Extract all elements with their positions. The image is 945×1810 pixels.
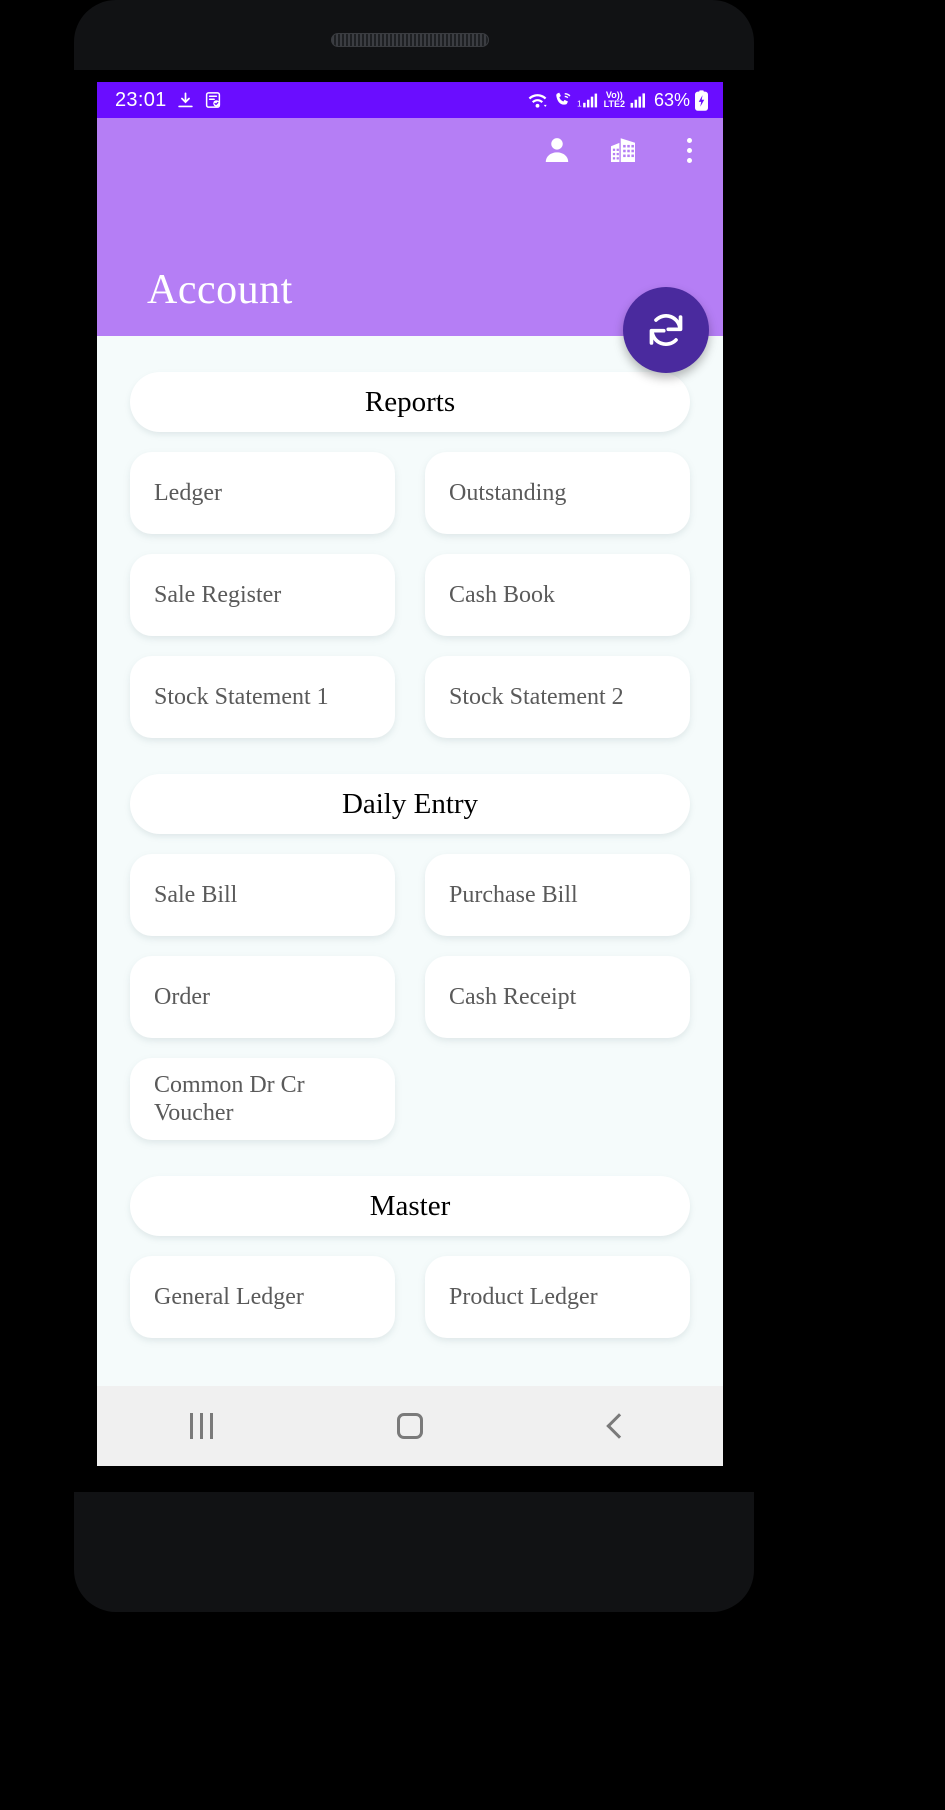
phone-bottom-bezel bbox=[74, 1492, 754, 1612]
status-bar-left: 23:01 bbox=[115, 89, 222, 112]
tile-label: General Ledger bbox=[154, 1283, 304, 1310]
section-header-reports[interactable]: Reports bbox=[130, 372, 690, 432]
person-icon[interactable] bbox=[537, 128, 577, 172]
status-bar: 23:01 1 Vo)) LTE2 63% bbox=[97, 82, 723, 118]
home-icon bbox=[396, 1413, 423, 1439]
tile-sale-register[interactable]: Sale Register bbox=[130, 554, 395, 636]
tile-purchase-bill[interactable]: Purchase Bill bbox=[425, 854, 690, 936]
android-navigation-bar bbox=[97, 1386, 723, 1466]
tile-sale-bill[interactable]: Sale Bill bbox=[130, 854, 395, 936]
main-content: Reports Ledger Outstanding Sale Register… bbox=[97, 336, 723, 1466]
tile-ledger[interactable]: Ledger bbox=[130, 452, 395, 534]
tile-label: Cash Receipt bbox=[449, 983, 577, 1010]
tile-label: Purchase Bill bbox=[449, 881, 578, 908]
battery-percentage-label: 63% bbox=[653, 89, 690, 110]
tile-label: Common Dr Cr Voucher bbox=[154, 1071, 305, 1126]
building-icon[interactable] bbox=[603, 128, 643, 172]
tile-product-ledger[interactable]: Product Ledger bbox=[425, 1256, 690, 1338]
tile-label: Outstanding bbox=[449, 479, 567, 506]
volte-lte2-icon: Vo)) LTE2 bbox=[604, 91, 625, 109]
sync-fab-button[interactable] bbox=[623, 287, 709, 373]
tile-label: Cash Book bbox=[449, 581, 556, 608]
tile-label: Stock Statement 2 bbox=[449, 683, 624, 710]
svg-text:1: 1 bbox=[577, 98, 582, 108]
app-bar: Account bbox=[97, 118, 723, 336]
status-bar-clock: 23:01 bbox=[115, 88, 167, 111]
section-title: Master bbox=[369, 1189, 451, 1222]
battery-charging-icon bbox=[694, 89, 709, 111]
back-chevron-icon bbox=[605, 1413, 632, 1439]
tile-cash-receipt[interactable]: Cash Receipt bbox=[425, 956, 690, 1038]
call-over-wifi-icon bbox=[552, 91, 573, 110]
tile-label: Stock Statement 1 bbox=[154, 683, 329, 710]
tile-label: Ledger bbox=[154, 479, 222, 506]
lte2-label: LTE2 bbox=[603, 99, 625, 109]
section-grid-daily-entry: Sale Bill Purchase Bill Order Cash Recei… bbox=[130, 854, 690, 1140]
tile-label: Order bbox=[154, 983, 210, 1010]
app-bar-actions bbox=[537, 128, 709, 172]
section-grid-master: General Ledger Product Ledger bbox=[130, 1256, 690, 1338]
download-complete-icon bbox=[176, 91, 195, 110]
earpiece-speaker bbox=[331, 33, 489, 47]
signal-bars-sim2-icon bbox=[629, 91, 648, 110]
tile-label: Product Ledger bbox=[449, 1283, 598, 1310]
wifi-icon bbox=[527, 91, 548, 110]
tile-label: Sale Register bbox=[154, 581, 282, 608]
recents-button[interactable] bbox=[146, 1386, 256, 1466]
section-grid-reports: Ledger Outstanding Sale Register Cash Bo… bbox=[130, 452, 690, 738]
tile-general-ledger[interactable]: General Ledger bbox=[130, 1256, 395, 1338]
phone-screen: 23:01 1 Vo)) LTE2 63% Account Reports Le… bbox=[97, 82, 723, 1466]
section-header-daily-entry[interactable]: Daily Entry bbox=[130, 774, 690, 834]
section-title: Daily Entry bbox=[341, 787, 479, 820]
note-check-icon bbox=[204, 91, 222, 109]
back-button[interactable] bbox=[564, 1386, 674, 1466]
home-button[interactable] bbox=[355, 1386, 465, 1466]
section-header-master[interactable]: Master bbox=[130, 1176, 690, 1236]
tile-order[interactable]: Order bbox=[130, 956, 395, 1038]
tile-stock-statement-2[interactable]: Stock Statement 2 bbox=[425, 656, 690, 738]
tile-outstanding[interactable]: Outstanding bbox=[425, 452, 690, 534]
section-title: Reports bbox=[364, 385, 456, 418]
page-title: Account bbox=[147, 267, 293, 313]
signal-bars-sim1-icon: 1 bbox=[577, 91, 600, 110]
tile-stock-statement-1[interactable]: Stock Statement 1 bbox=[130, 656, 395, 738]
phone-device-frame: 23:01 1 Vo)) LTE2 63% Account Reports Le… bbox=[0, 0, 945, 1810]
tile-cash-book[interactable]: Cash Book bbox=[425, 554, 690, 636]
refresh-sync-icon bbox=[649, 314, 683, 346]
status-bar-right: 1 Vo)) LTE2 63% bbox=[527, 90, 709, 111]
tile-label: Sale Bill bbox=[154, 881, 238, 908]
overflow-menu-icon[interactable] bbox=[669, 128, 709, 172]
recents-icon bbox=[189, 1413, 213, 1439]
tile-common-dr-cr-voucher[interactable]: Common Dr Cr Voucher bbox=[130, 1058, 395, 1140]
